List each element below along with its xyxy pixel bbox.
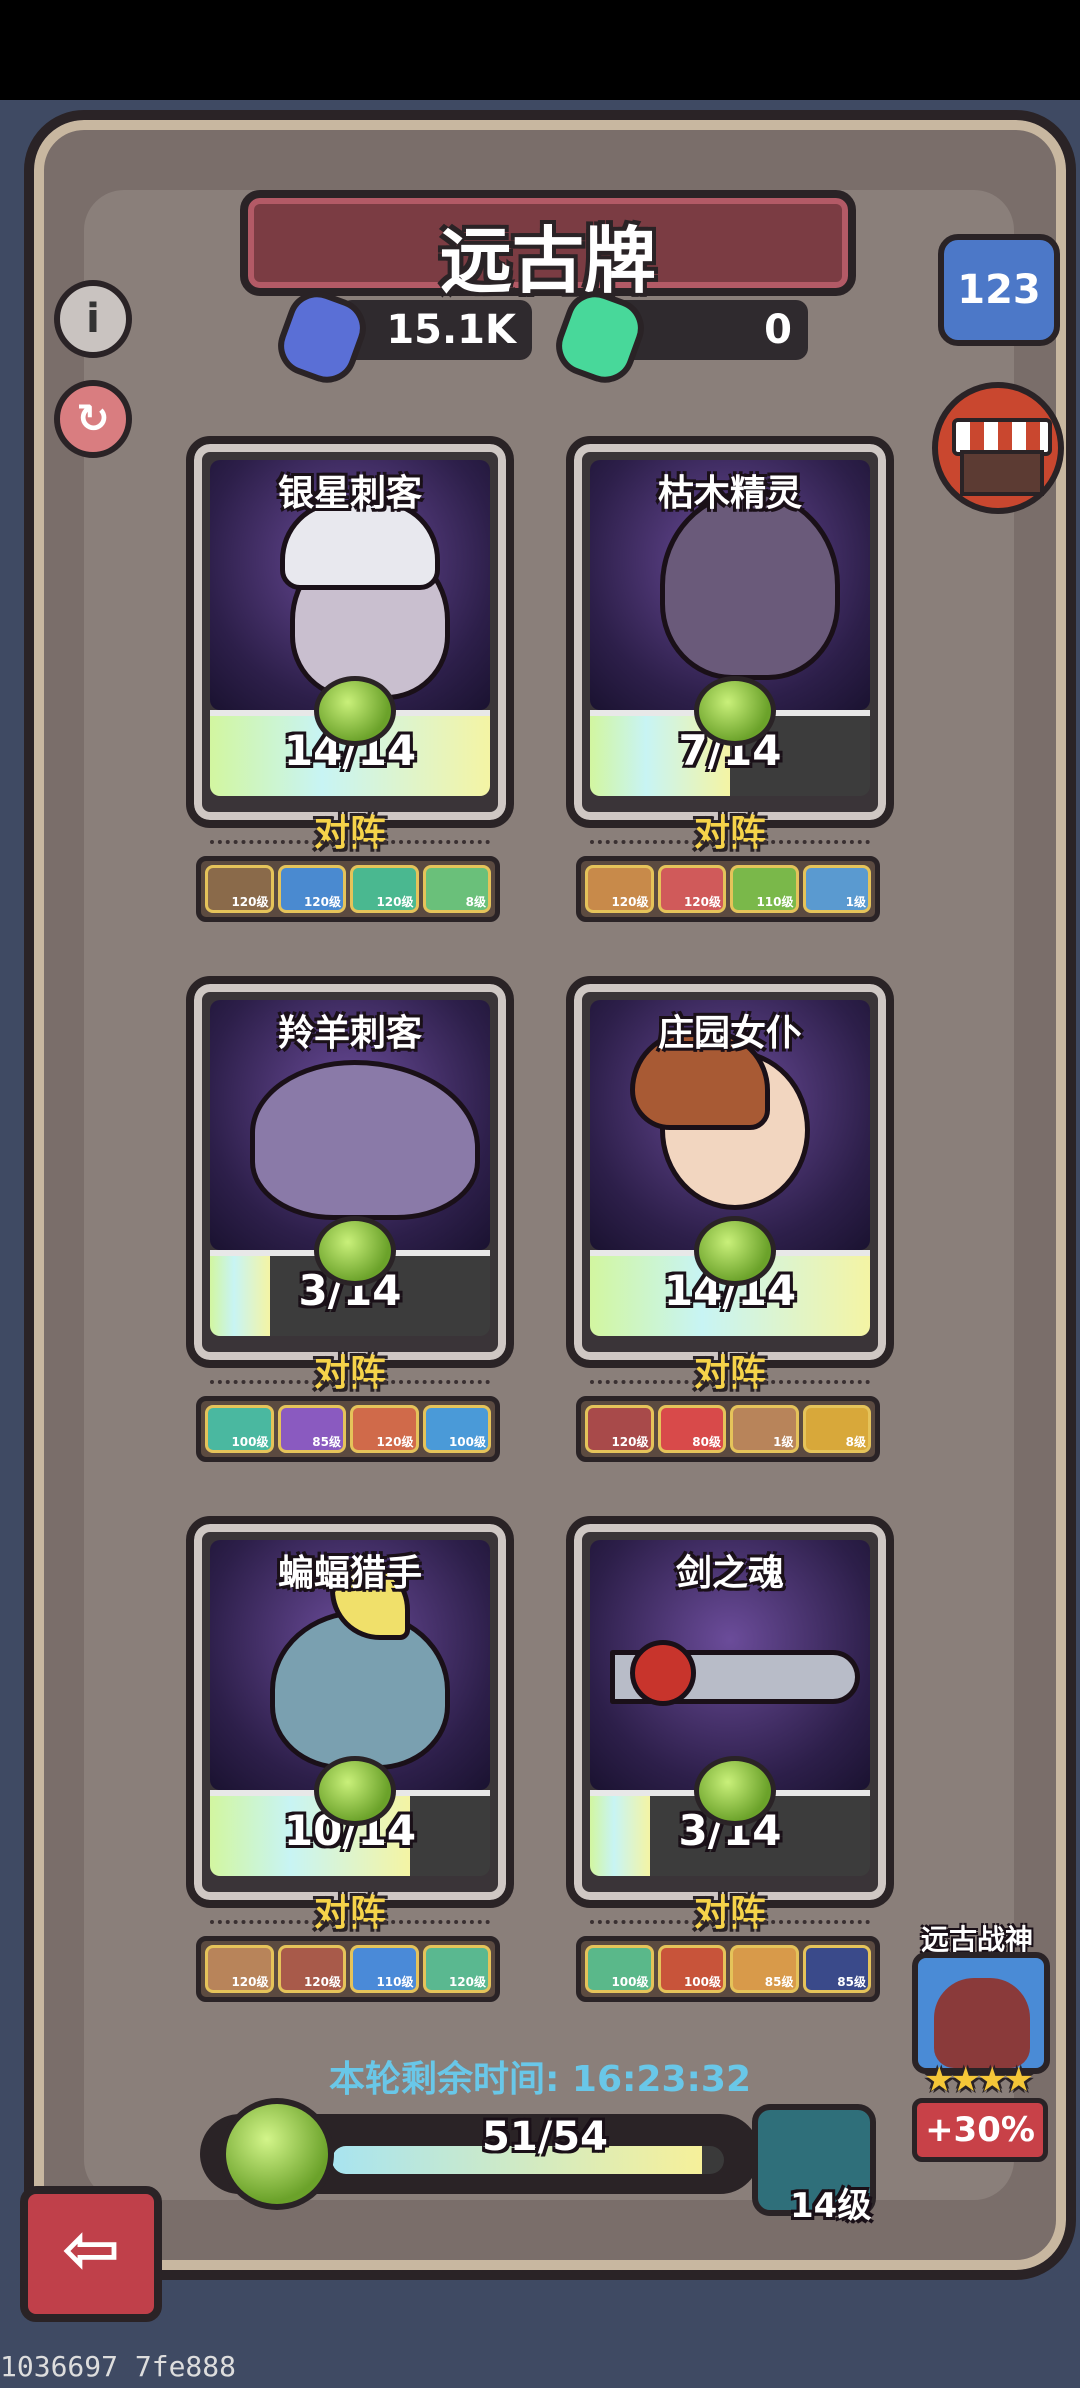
card-manor-maid[interactable]: 庄园女仆 14/14 [566, 976, 894, 1368]
lineup-label: 对阵 [313, 1353, 386, 1394]
progress-text: 51/54 [482, 2114, 608, 2160]
lineup-label: 对阵 [693, 1893, 766, 1934]
bean-icon [694, 1216, 776, 1286]
opponent-portrait: 120级 [205, 1945, 274, 1993]
divider [210, 1920, 490, 1924]
boss-portrait[interactable] [912, 1952, 1050, 2074]
sword-gem-shape [630, 1640, 696, 1706]
lineup-label: 对阵 [693, 813, 766, 854]
opponent-portrait: 8级 [422, 865, 491, 913]
opponent-portrait: 120级 [422, 1945, 491, 1993]
refresh-icon: ↻ [76, 396, 110, 442]
card-silver-star-assassin[interactable]: 银星刺客 14/14 [186, 436, 514, 828]
title-banner: 远古牌 [240, 190, 856, 303]
divider [590, 1380, 870, 1384]
divider [590, 840, 870, 844]
boss-bonus: +30% [912, 2098, 1048, 2162]
card-withered-spirit[interactable]: 枯木精灵 7/14 [566, 436, 894, 828]
opponent-portrait: 80级 [657, 1405, 726, 1453]
bean-icon [314, 676, 396, 746]
lineup-label: 对阵 [313, 1893, 386, 1934]
opponent-lineup[interactable]: 100级 85级 120级 100级 [196, 1396, 500, 1462]
opponent-portrait: 110级 [350, 1945, 419, 1993]
info-icon: i [86, 296, 100, 342]
chest-level: 14级 [790, 2186, 872, 2226]
currency-blue-amount: 15.1K [340, 300, 532, 360]
timer-value: 16:23:32 [571, 2059, 752, 2100]
bean-icon [694, 676, 776, 746]
opponent-portrait: 120级 [277, 1945, 346, 1993]
opponent-portrait: 100级 [422, 1405, 491, 1453]
opponent-portrait: 100级 [657, 1945, 726, 1993]
opponent-portrait: 120级 [205, 865, 274, 913]
antelope-portrait [250, 1060, 480, 1220]
lineup-label: 对阵 [693, 1353, 766, 1394]
opponent-portrait: 85级 [277, 1405, 346, 1453]
opponent-portrait: 100级 [585, 1945, 654, 1993]
spirit-portrait [660, 490, 840, 680]
back-button[interactable]: ⇦ [20, 2186, 162, 2322]
back-arrow-icon: ⇦ [61, 2208, 121, 2290]
opponent-portrait: 85级 [802, 1945, 871, 1993]
opponent-portrait: 110级 [730, 865, 799, 913]
opponent-portrait: 8级 [802, 1405, 871, 1453]
divider [590, 1920, 870, 1924]
bean-icon [314, 1756, 396, 1826]
card-bat-hunter[interactable]: 蝙蝠猎手 10/14 [186, 1516, 514, 1908]
opponent-portrait: 1级 [802, 865, 871, 913]
bean-icon [314, 1216, 396, 1286]
card-name: 枯木精灵 [657, 473, 802, 514]
refresh-button[interactable]: ↻ [54, 380, 132, 458]
opponent-portrait: 120级 [277, 865, 346, 913]
card-sword-soul[interactable]: 剑之魂 3/14 [566, 1516, 894, 1908]
shop-button[interactable] [932, 382, 1064, 514]
card-name: 庄园女仆 [657, 1013, 802, 1054]
watermark: 1036697 7fe888 [0, 2350, 237, 2383]
info-button[interactable]: i [54, 280, 132, 358]
shop-counter-icon [960, 450, 1044, 496]
boss-stars: ★★★★ [924, 2060, 1034, 2100]
card-name: 剑之魂 [675, 1553, 784, 1594]
opponent-portrait: 1级 [730, 1405, 799, 1453]
opponent-portrait: 100级 [205, 1405, 274, 1453]
opponent-lineup[interactable]: 100级 100级 85级 85级 [576, 1936, 880, 2002]
card-name: 银星刺客 [277, 473, 422, 514]
opponent-lineup[interactable]: 120级 120级 120级 8级 [196, 856, 500, 922]
bean-icon [220, 2098, 334, 2210]
opponent-portrait: 120级 [585, 865, 654, 913]
card-antelope-assassin[interactable]: 羚羊刺客 3/14 [186, 976, 514, 1368]
page-title: 远古牌 [439, 219, 656, 303]
lineup-label: 对阵 [313, 813, 386, 854]
opponent-portrait: 120级 [585, 1405, 654, 1453]
bean-icon [694, 1756, 776, 1826]
opponent-portrait: 120级 [657, 865, 726, 913]
opponent-portrait: 120级 [350, 1405, 419, 1453]
opponent-portrait: 85级 [730, 1945, 799, 1993]
divider [210, 840, 490, 844]
opponent-lineup[interactable]: 120级 120级 110级 120级 [196, 1936, 500, 2002]
opponent-portrait: 120级 [350, 865, 419, 913]
minotaur-icon [934, 1978, 1030, 2068]
divider [210, 1380, 490, 1384]
ranking-button[interactable]: 123 [938, 234, 1060, 346]
card-name: 羚羊刺客 [277, 1013, 422, 1054]
timer-label: 本轮剩余时间: [328, 2059, 560, 2100]
opponent-lineup[interactable]: 120级 120级 110级 1级 [576, 856, 880, 922]
opponent-lineup[interactable]: 120级 80级 1级 8级 [576, 1396, 880, 1462]
card-name: 蝙蝠猎手 [277, 1553, 422, 1594]
podium-icon: 123 [957, 267, 1041, 313]
